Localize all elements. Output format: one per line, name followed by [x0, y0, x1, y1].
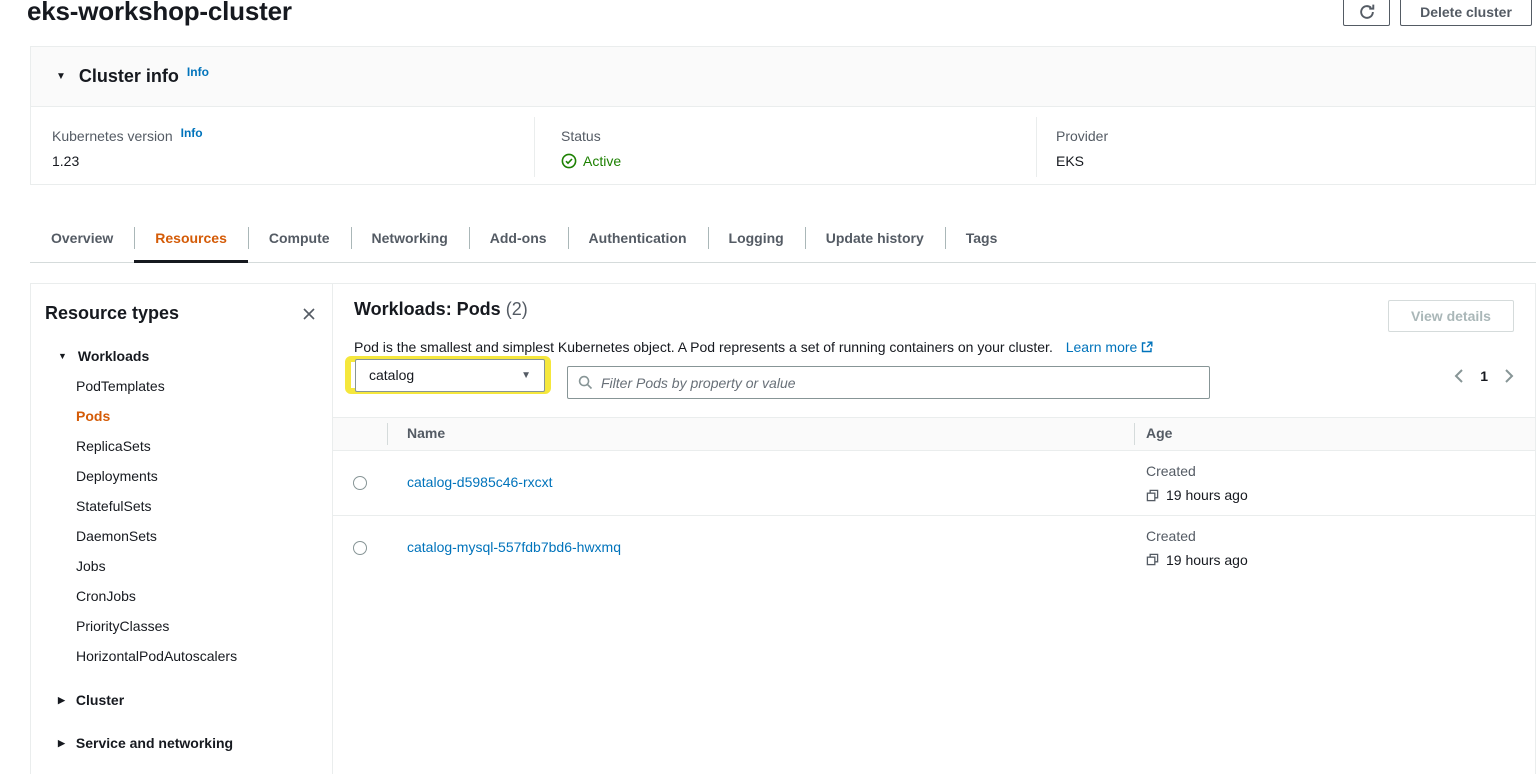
age-created-label: Created [1146, 462, 1535, 480]
kubernetes-version-label: Kubernetes version [52, 128, 173, 144]
expand-caret-icon: ▶ [58, 738, 65, 749]
external-link-icon [1141, 341, 1153, 353]
pods-count: (2) [506, 299, 528, 319]
table-header-row: Name Age [333, 417, 1535, 451]
next-page-icon[interactable] [1504, 369, 1514, 383]
page-title: eks-workshop-cluster [27, 0, 292, 28]
pods-search [567, 366, 1210, 399]
kubernetes-version-value: 1.23 [52, 153, 203, 169]
sidebar-item-daemonsets[interactable]: DaemonSets [76, 521, 332, 551]
tab-authentication[interactable]: Authentication [568, 214, 708, 262]
sidebar-item-statefulsets[interactable]: StatefulSets [76, 491, 332, 521]
learn-more-link[interactable]: Learn more [1066, 339, 1154, 355]
tab-resources[interactable]: Resources [134, 214, 248, 262]
pods-description: Pod is the smallest and simplest Kuberne… [354, 339, 1053, 355]
sidebar-item-priorityclasses[interactable]: PriorityClasses [76, 611, 332, 641]
search-icon [578, 375, 593, 390]
provider-value: EKS [1056, 153, 1108, 169]
tree-section-workloads[interactable]: ▼ Workloads [31, 341, 332, 371]
tab-networking[interactable]: Networking [351, 214, 469, 262]
collapse-caret-icon[interactable]: ▼ [56, 71, 66, 82]
refresh-icon [1358, 3, 1376, 21]
cluster-info-body: Kubernetes version Info 1.23 Status Acti… [31, 107, 1535, 184]
resources-content: Resource types ▼ Workloads PodTemplates … [30, 283, 1536, 774]
expand-caret-icon: ▶ [58, 695, 65, 706]
row-radio-button[interactable] [353, 541, 367, 555]
resource-types-tree: ▼ Workloads PodTemplates Pods ReplicaSet… [31, 341, 332, 758]
copy-icon[interactable] [1146, 489, 1159, 502]
refresh-button[interactable] [1343, 0, 1390, 26]
tab-update-history[interactable]: Update history [805, 214, 945, 262]
annotation-highlight: catalog ▼ [345, 356, 551, 394]
column-header-name: Name [407, 425, 445, 441]
tree-section-service-and-networking[interactable]: ▶ Service and networking [31, 728, 332, 758]
copy-icon[interactable] [1146, 553, 1159, 566]
chevron-down-icon: ▼ [521, 370, 531, 381]
tree-section-cluster[interactable]: ▶ Cluster [31, 685, 332, 715]
cluster-info-title: Cluster info [79, 66, 179, 87]
pagination: 1 [1454, 368, 1514, 384]
property-filter-dropdown[interactable]: catalog ▼ [355, 359, 545, 392]
tab-overview[interactable]: Overview [30, 214, 134, 262]
pods-table: Name Age catalog-d5985c46-rxcxt Created [333, 417, 1535, 579]
tab-compute[interactable]: Compute [248, 214, 351, 262]
pod-name-link[interactable]: catalog-mysql-557fdb7bd6-hwxmq [407, 539, 621, 555]
cluster-info-header[interactable]: ▼ Cluster info Info [31, 47, 1535, 107]
collapse-caret-icon: ▼ [58, 351, 67, 361]
property-filter-value: catalog [369, 367, 414, 383]
search-input[interactable] [601, 375, 1199, 391]
resource-types-sidebar: Resource types ▼ Workloads PodTemplates … [31, 284, 333, 774]
sidebar-item-deployments[interactable]: Deployments [76, 461, 332, 491]
cluster-tabs: Overview Resources Compute Networking Ad… [30, 214, 1536, 263]
column-divider [534, 117, 535, 177]
row-radio-button[interactable] [353, 476, 367, 490]
age-value: 19 hours ago [1166, 551, 1248, 569]
table-row: catalog-mysql-557fdb7bd6-hwxmq Created 1… [333, 515, 1535, 579]
status-active-icon [561, 153, 577, 169]
cluster-info-info-link[interactable]: Info [187, 65, 209, 79]
pod-name-link[interactable]: catalog-d5985c46-rxcxt [407, 474, 553, 490]
sidebar-item-replicasets[interactable]: ReplicaSets [76, 431, 332, 461]
column-divider [1036, 117, 1037, 177]
sidebar-item-jobs[interactable]: Jobs [76, 551, 332, 581]
status-label: Status [561, 128, 601, 144]
pods-panel: Workloads: Pods (2) View details Pod is … [333, 284, 1535, 774]
age-created-label: Created [1146, 527, 1535, 545]
status-field: Status Active [561, 128, 621, 169]
tab-tags[interactable]: Tags [945, 214, 1019, 262]
cluster-info-panel: ▼ Cluster info Info Kubernetes version I… [30, 46, 1536, 185]
age-value: 19 hours ago [1166, 486, 1248, 504]
sidebar-item-horizontalpodautoscalers[interactable]: HorizontalPodAutoscalers [76, 641, 332, 671]
resource-types-title: Resource types [45, 303, 179, 324]
current-page[interactable]: 1 [1480, 368, 1488, 384]
tab-logging[interactable]: Logging [708, 214, 805, 262]
pods-panel-title: Workloads: Pods [354, 299, 501, 319]
status-value: Active [583, 153, 621, 169]
sidebar-item-pods[interactable]: Pods [76, 401, 332, 431]
tab-add-ons[interactable]: Add-ons [469, 214, 568, 262]
provider-label: Provider [1056, 128, 1108, 144]
kubernetes-version-info-link[interactable]: Info [181, 126, 203, 140]
column-header-age: Age [1146, 425, 1172, 441]
table-row: catalog-d5985c46-rxcxt Created 19 hours … [333, 451, 1535, 515]
close-icon[interactable] [300, 305, 318, 323]
sidebar-item-cronjobs[interactable]: CronJobs [76, 581, 332, 611]
delete-cluster-button[interactable]: Delete cluster [1400, 0, 1532, 26]
provider-field: Provider EKS [1056, 128, 1108, 169]
kubernetes-version-field: Kubernetes version Info 1.23 [52, 128, 203, 169]
previous-page-icon[interactable] [1454, 369, 1464, 383]
view-details-button[interactable]: View details [1388, 300, 1514, 332]
sidebar-item-podtemplates[interactable]: PodTemplates [76, 371, 332, 401]
